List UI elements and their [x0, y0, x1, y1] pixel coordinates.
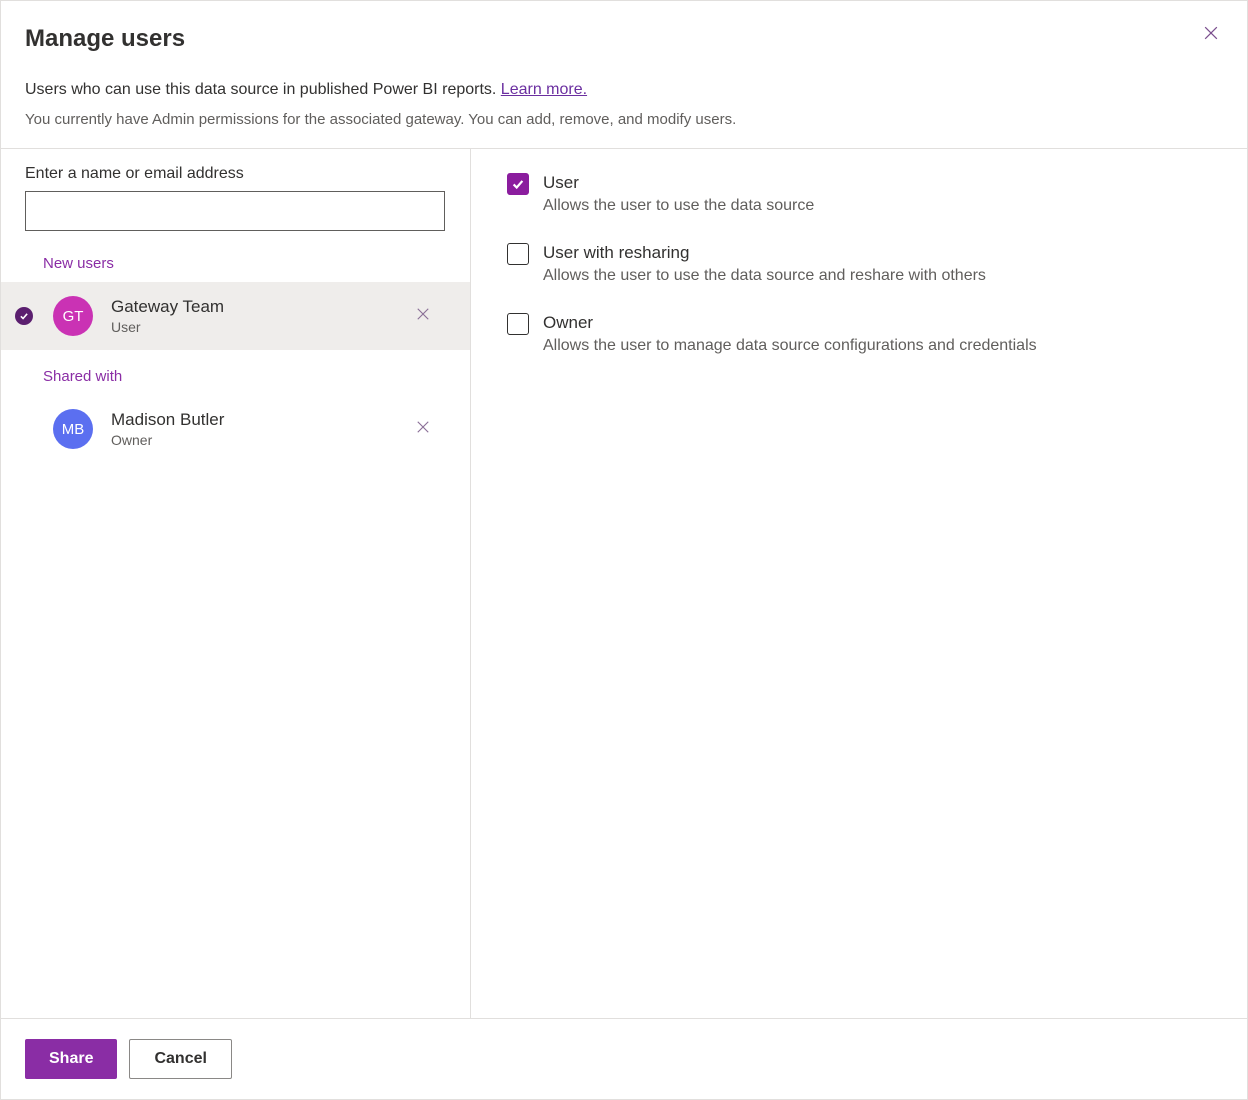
permission-option-owner[interactable]: Owner Allows the user to manage data sou… — [507, 313, 1211, 355]
dialog-subtitle: Users who can use this data source in pu… — [25, 81, 1223, 99]
checkbox-icon[interactable] — [507, 243, 529, 265]
permission-desc: Allows the user to use the data source — [543, 197, 814, 215]
selected-check-icon — [15, 307, 33, 325]
user-role: User — [111, 319, 410, 335]
dialog-header: Manage users Users who can use this data… — [1, 1, 1247, 149]
permission-option-resharing[interactable]: User with resharing Allows the user to u… — [507, 243, 1211, 285]
user-name: Madison Butler — [111, 410, 410, 430]
close-icon[interactable] — [1201, 23, 1221, 48]
avatar: MB — [53, 409, 93, 449]
permission-text: Owner Allows the user to manage data sou… — [543, 313, 1037, 355]
users-pane: Enter a name or email address New users … — [1, 149, 471, 1018]
permission-text: User with resharing Allows the user to u… — [543, 243, 986, 285]
shared-with-section-label: Shared with — [1, 350, 470, 395]
learn-more-link[interactable]: Learn more. — [501, 81, 587, 98]
cancel-button[interactable]: Cancel — [129, 1039, 231, 1079]
add-user-section: Enter a name or email address — [1, 149, 470, 237]
subtitle-text: Users who can use this data source in pu… — [25, 81, 501, 98]
user-row[interactable]: MB Madison Butler Owner — [1, 395, 470, 463]
new-users-section-label: New users — [1, 237, 470, 282]
permissions-note: You currently have Admin permissions for… — [25, 111, 1223, 128]
permission-text: User Allows the user to use the data sou… — [543, 173, 814, 215]
remove-user-icon[interactable] — [410, 414, 436, 445]
checkbox-icon[interactable] — [507, 313, 529, 335]
remove-user-icon[interactable] — [410, 301, 436, 332]
permission-title: User — [543, 173, 814, 193]
permission-desc: Allows the user to use the data source a… — [543, 267, 986, 285]
permissions-pane: User Allows the user to use the data sou… — [471, 149, 1247, 1018]
user-info: Gateway Team User — [111, 297, 410, 335]
manage-users-dialog: Manage users Users who can use this data… — [0, 0, 1248, 1100]
checkbox-checked-icon[interactable] — [507, 173, 529, 195]
dialog-title: Manage users — [25, 25, 1223, 53]
permission-option-user[interactable]: User Allows the user to use the data sou… — [507, 173, 1211, 215]
avatar: GT — [53, 296, 93, 336]
share-button[interactable]: Share — [25, 1039, 117, 1079]
user-row[interactable]: GT Gateway Team User — [1, 282, 470, 350]
dialog-footer: Share Cancel — [1, 1018, 1247, 1099]
permission-title: Owner — [543, 313, 1037, 333]
name-input[interactable] — [25, 191, 445, 231]
permission-desc: Allows the user to manage data source co… — [543, 337, 1037, 355]
name-input-label: Enter a name or email address — [25, 165, 446, 183]
permission-title: User with resharing — [543, 243, 986, 263]
user-role: Owner — [111, 432, 410, 448]
dialog-body: Enter a name or email address New users … — [1, 149, 1247, 1018]
user-info: Madison Butler Owner — [111, 410, 410, 448]
user-name: Gateway Team — [111, 297, 410, 317]
